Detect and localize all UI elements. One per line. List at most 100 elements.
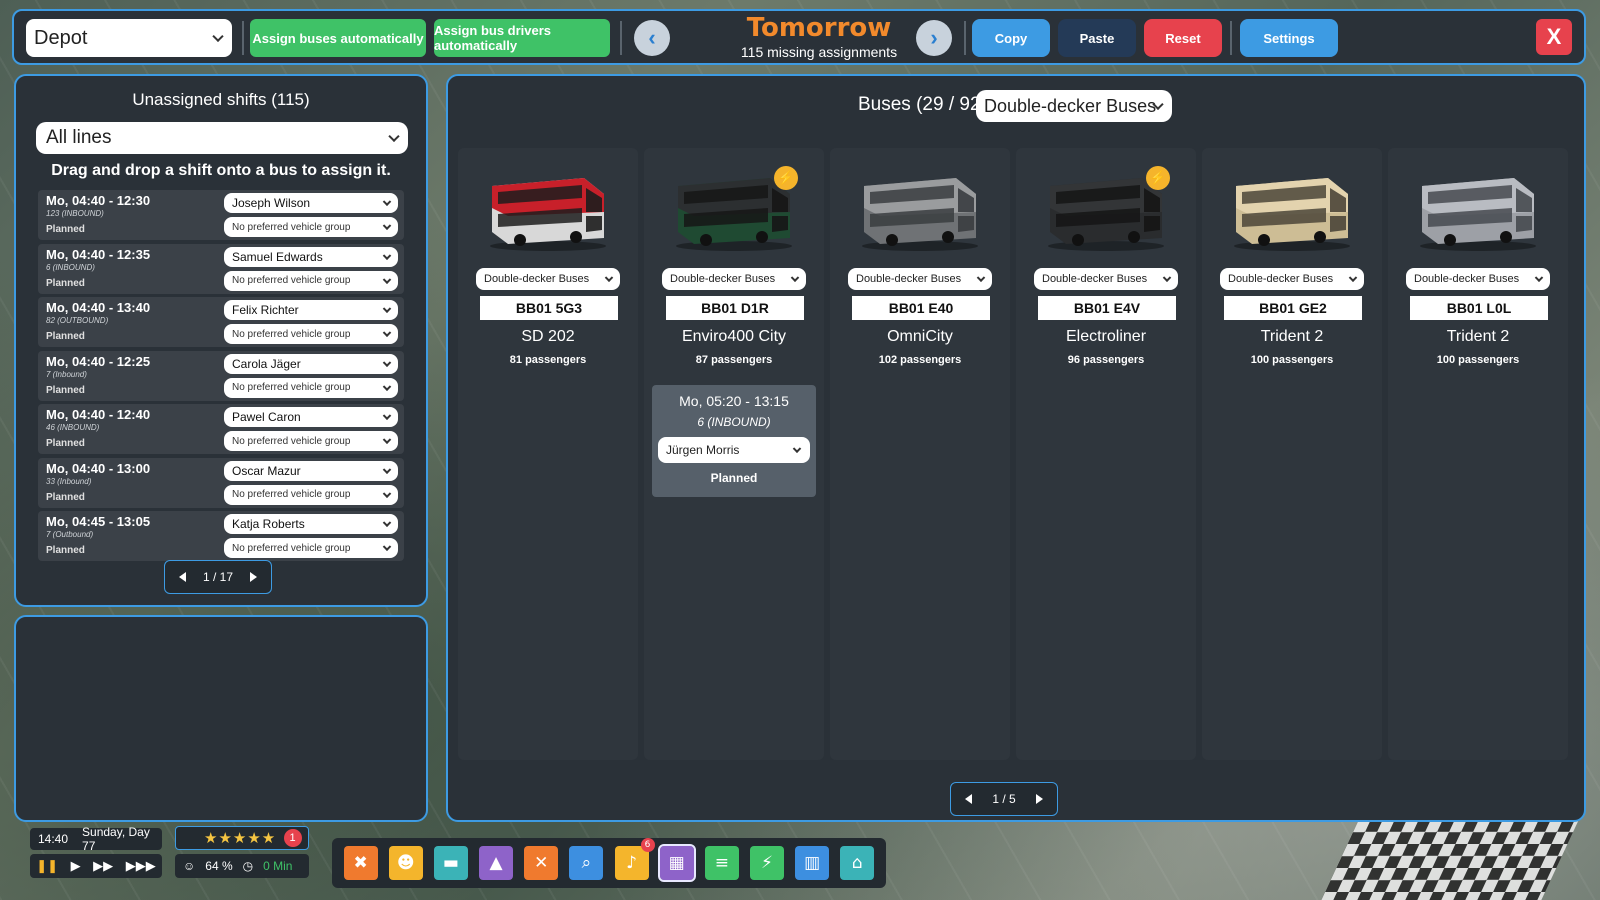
vehicle-group-select[interactable]: No preferred vehicle group (224, 270, 398, 291)
assign-drivers-button[interactable]: Assign bus drivers automatically (434, 19, 610, 57)
license-plate: BB01 E40 (852, 296, 990, 320)
shift-status: Planned (710, 471, 758, 485)
previous-page-icon[interactable] (179, 572, 186, 582)
shift-row[interactable]: Mo, 04:40 - 12:30 123 (INBOUND) Planned … (38, 190, 404, 240)
shift-row[interactable]: Mo, 04:40 - 12:25 7 (Inbound) Planned Ca… (38, 350, 404, 401)
shift-row[interactable]: Mo, 04:40 - 13:00 33 (Inbound) Planned O… (38, 457, 404, 508)
vehicle-group-label: Double-decker Buses (484, 273, 590, 285)
tools-icon-glyph: ✖ (353, 853, 368, 873)
previous-page-icon[interactable] (965, 794, 972, 804)
driver-select[interactable]: Pawel Caron (224, 407, 398, 427)
vehicle-group-select[interactable]: Double-decker Buses (848, 268, 992, 290)
previous-day-button[interactable]: ‹ (634, 20, 670, 56)
fast-forward-icon[interactable]: ▶▶ (93, 858, 113, 874)
passenger-capacity: 81 passengers (509, 354, 587, 366)
vehicle-group-select[interactable]: Double-decker Buses (1220, 268, 1364, 290)
staff-icon[interactable]: ☻ (388, 846, 423, 880)
bus-column[interactable]: ⚡ Double-decker Buses BB01 E4V Electroli… (1016, 148, 1196, 760)
next-day-button[interactable]: › (916, 20, 952, 56)
staff-icon-glyph: ☻ (396, 853, 415, 873)
close-button[interactable]: X (1536, 19, 1572, 55)
shift-row[interactable]: Mo, 04:45 - 13:05 7 (Outbound) Planned K… (38, 511, 404, 561)
line-filter-select[interactable]: All lines (36, 122, 408, 154)
vehicle-group-select[interactable]: No preferred vehicle group (224, 538, 398, 558)
copy-button[interactable]: Copy (972, 19, 1050, 57)
lightning-icon[interactable]: ⚡ (749, 846, 784, 880)
vehicle-group-label: No preferred vehicle group (232, 275, 351, 286)
vehicle-group-select[interactable]: No preferred vehicle group (224, 431, 398, 451)
chevron-down-icon (382, 518, 392, 528)
vehicle-group-select[interactable]: Double-decker Buses (476, 268, 620, 290)
shift-status: Planned (46, 331, 85, 342)
bus-column[interactable]: ⚡ Double-decker Buses BB01 D1R Enviro400… (644, 148, 824, 760)
bell-icon[interactable]: ♪ 6 (614, 838, 655, 880)
details-panel (14, 615, 428, 822)
cancel-icon[interactable]: ✕ (524, 846, 559, 880)
vehicle-group-select[interactable]: Double-decker Buses (1034, 268, 1178, 290)
vehicle-group-select[interactable]: Double-decker Buses (1406, 268, 1550, 290)
bus-column[interactable]: Double-decker Buses BB01 L0L Trident 2 1… (1388, 148, 1568, 760)
depot-icon[interactable]: ⌂ (840, 846, 875, 880)
main-toolbar: ✖ ☻ ▬ ▲ ✕ ⌕ ♪ 6 ▦ ≡ ⚡ ▥ ⌂ (332, 838, 886, 888)
driver-name: Joseph Wilson (232, 196, 311, 210)
bus-model: Electroliner (1065, 328, 1147, 345)
assign-buses-button[interactable]: Assign buses automatically (250, 19, 426, 57)
vehicle-group-select[interactable]: No preferred vehicle group (224, 377, 398, 398)
depot-select-label: Depot (34, 26, 88, 49)
driver-select[interactable]: Katja Roberts (224, 514, 398, 534)
driver-select[interactable]: Oscar Mazur (224, 460, 398, 481)
tools-icon[interactable]: ✖ (343, 846, 378, 880)
chart-icon[interactable]: ▲ (479, 846, 514, 880)
bus-column[interactable]: Double-decker Buses BB01 5G3 SD 202 81 p… (458, 148, 638, 760)
vehicle-group-select[interactable]: No preferred vehicle group (224, 324, 398, 344)
bus-model: Trident 2 (1260, 328, 1324, 345)
bus-column[interactable]: Double-decker Buses BB01 GE2 Trident 2 1… (1202, 148, 1382, 760)
chevron-down-icon (382, 221, 392, 231)
vehicle-group-select[interactable]: No preferred vehicle group (224, 217, 398, 237)
top-bar: Depot Assign buses automatically Assign … (12, 9, 1586, 65)
settings-button[interactable]: Settings (1240, 19, 1338, 57)
vehicle-group-select[interactable]: No preferred vehicle group (224, 484, 398, 505)
search-icon[interactable]: ⌕ (569, 846, 604, 880)
assigned-shift-card[interactable]: Mo, 05:20 - 13:15 6 (INBOUND) Jürgen Mor… (652, 385, 816, 497)
driver-select[interactable]: Samuel Edwards (224, 246, 398, 267)
driver-select[interactable]: Joseph Wilson (224, 193, 398, 213)
passenger-capacity: 87 passengers (695, 354, 773, 366)
shift-time: Mo, 05:20 - 13:15 (679, 393, 789, 409)
driver-name: Pawel Caron (232, 410, 301, 424)
building-icon[interactable]: ▥ (795, 846, 830, 880)
lightning-icon: ⚡ (774, 166, 798, 190)
next-page-icon[interactable] (250, 572, 257, 582)
bus-type-filter-label: Double-decker Buses (984, 95, 1157, 116)
calendar-icon[interactable]: ▦ (657, 844, 696, 882)
rating-stars[interactable]: ★★★★★ 1 (175, 826, 309, 850)
shift-time: Mo, 04:40 - 12:35 (46, 246, 151, 262)
shift-time: Mo, 04:45 - 13:05 (46, 514, 151, 529)
divider (242, 21, 244, 55)
shift-row[interactable]: Mo, 04:40 - 12:35 6 (INBOUND) Planned Sa… (38, 243, 404, 294)
depot-select[interactable]: Depot (26, 19, 232, 57)
shift-time: Mo, 04:40 - 12:30 (46, 193, 151, 208)
driver-select[interactable]: Felix Richter (224, 300, 398, 320)
driver-name: Carola Jäger (232, 356, 301, 371)
reset-button[interactable]: Reset (1144, 19, 1222, 57)
driver-select[interactable]: Jürgen Morris (658, 437, 810, 463)
depot-icon-glyph: ⌂ (851, 853, 863, 873)
bus-column[interactable]: Double-decker Buses BB01 E40 OmniCity 10… (830, 148, 1010, 760)
rating-badge: 1 (284, 829, 302, 847)
bus-icon[interactable]: ▬ (433, 846, 468, 880)
pause-icon[interactable]: ❚❚ (36, 858, 58, 874)
chevron-right-icon: › (930, 25, 938, 50)
next-page-icon[interactable] (1035, 794, 1043, 804)
shift-row[interactable]: Mo, 04:40 - 12:40 46 (INBOUND) Planned P… (38, 404, 404, 454)
vehicle-group-label: Double-decker Buses (856, 273, 962, 285)
shift-row[interactable]: Mo, 04:40 - 13:40 82 (OUTBOUND) Planned … (38, 297, 404, 347)
driver-select[interactable]: Carola Jäger (224, 353, 398, 374)
fastest-icon[interactable]: ▶▶▶ (126, 858, 156, 874)
bus-type-filter[interactable]: Double-decker Buses (976, 90, 1172, 122)
shift-status: Planned (46, 224, 85, 235)
vehicle-group-select[interactable]: Double-decker Buses (662, 268, 806, 290)
paste-button[interactable]: Paste (1058, 19, 1136, 57)
document-icon[interactable]: ≡ (704, 846, 739, 880)
play-icon[interactable]: ▶ (71, 858, 81, 874)
